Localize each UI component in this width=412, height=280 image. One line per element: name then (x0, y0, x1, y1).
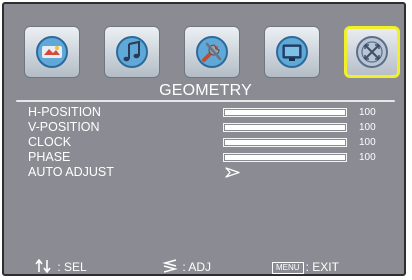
exit-hint-text: : EXIT (305, 260, 339, 274)
slider-fill (225, 110, 345, 115)
audio-icon (116, 36, 148, 68)
adjust-hint-text: : ADJ (182, 260, 212, 274)
up-down-arrow-icon (35, 258, 51, 274)
exit-hint: MENU: EXIT (272, 258, 339, 276)
menu-item-label: AUTO ADJUST (28, 165, 114, 179)
menu-item-h-position[interactable]: H-POSITION 100 (14, 106, 397, 119)
slider-fill (225, 155, 345, 160)
phase-slider[interactable] (223, 153, 347, 162)
menu-item-value: 100 (359, 122, 376, 133)
menu-tabs (18, 16, 400, 80)
menu-item-label: PHASE (28, 150, 71, 164)
osd-window: GEOMETRY H-POSITION 100 V-POSITION 100 C… (2, 2, 406, 276)
left-right-arrow-icon (162, 259, 178, 273)
title-divider (16, 100, 395, 102)
menu-item-label: CLOCK (28, 135, 72, 149)
arrow-right-icon[interactable] (224, 166, 242, 179)
display-icon (276, 36, 308, 68)
tab-tools[interactable] (184, 26, 240, 78)
h-position-slider[interactable] (223, 108, 347, 117)
menu-item-value: 100 (359, 107, 376, 118)
menu-item-phase[interactable]: PHASE 100 (14, 151, 397, 164)
menu-item-clock[interactable]: CLOCK 100 (14, 136, 397, 149)
menu-item-label: H-POSITION (28, 105, 101, 119)
select-hint: : SEL (34, 258, 87, 276)
clock-slider[interactable] (223, 138, 347, 147)
select-hint-text: : SEL (57, 260, 87, 274)
geometry-icon (356, 36, 388, 68)
key-hints: : SEL : ADJ MENU: EXIT (14, 258, 397, 276)
menu-item-value: 100 (359, 137, 376, 148)
menu-key-badge: MENU (272, 262, 304, 274)
menu-item-auto-adjust[interactable]: AUTO ADJUST (14, 166, 397, 179)
tab-audio[interactable] (104, 26, 160, 78)
tab-geometry[interactable] (344, 26, 400, 78)
tools-icon (196, 36, 228, 68)
slider-fill (225, 125, 345, 130)
slider-fill (225, 140, 345, 145)
tab-display[interactable] (264, 26, 320, 78)
adjust-hint: : ADJ (161, 258, 211, 276)
menu-item-label: V-POSITION (28, 120, 100, 134)
menu-item-value: 100 (359, 152, 376, 163)
tab-picture[interactable] (24, 26, 80, 78)
geometry-panel: GEOMETRY H-POSITION 100 V-POSITION 100 C… (14, 80, 397, 248)
menu-item-v-position[interactable]: V-POSITION 100 (14, 121, 397, 134)
v-position-slider[interactable] (223, 123, 347, 132)
panel-title: GEOMETRY (159, 82, 252, 99)
picture-settings-icon (36, 36, 68, 68)
